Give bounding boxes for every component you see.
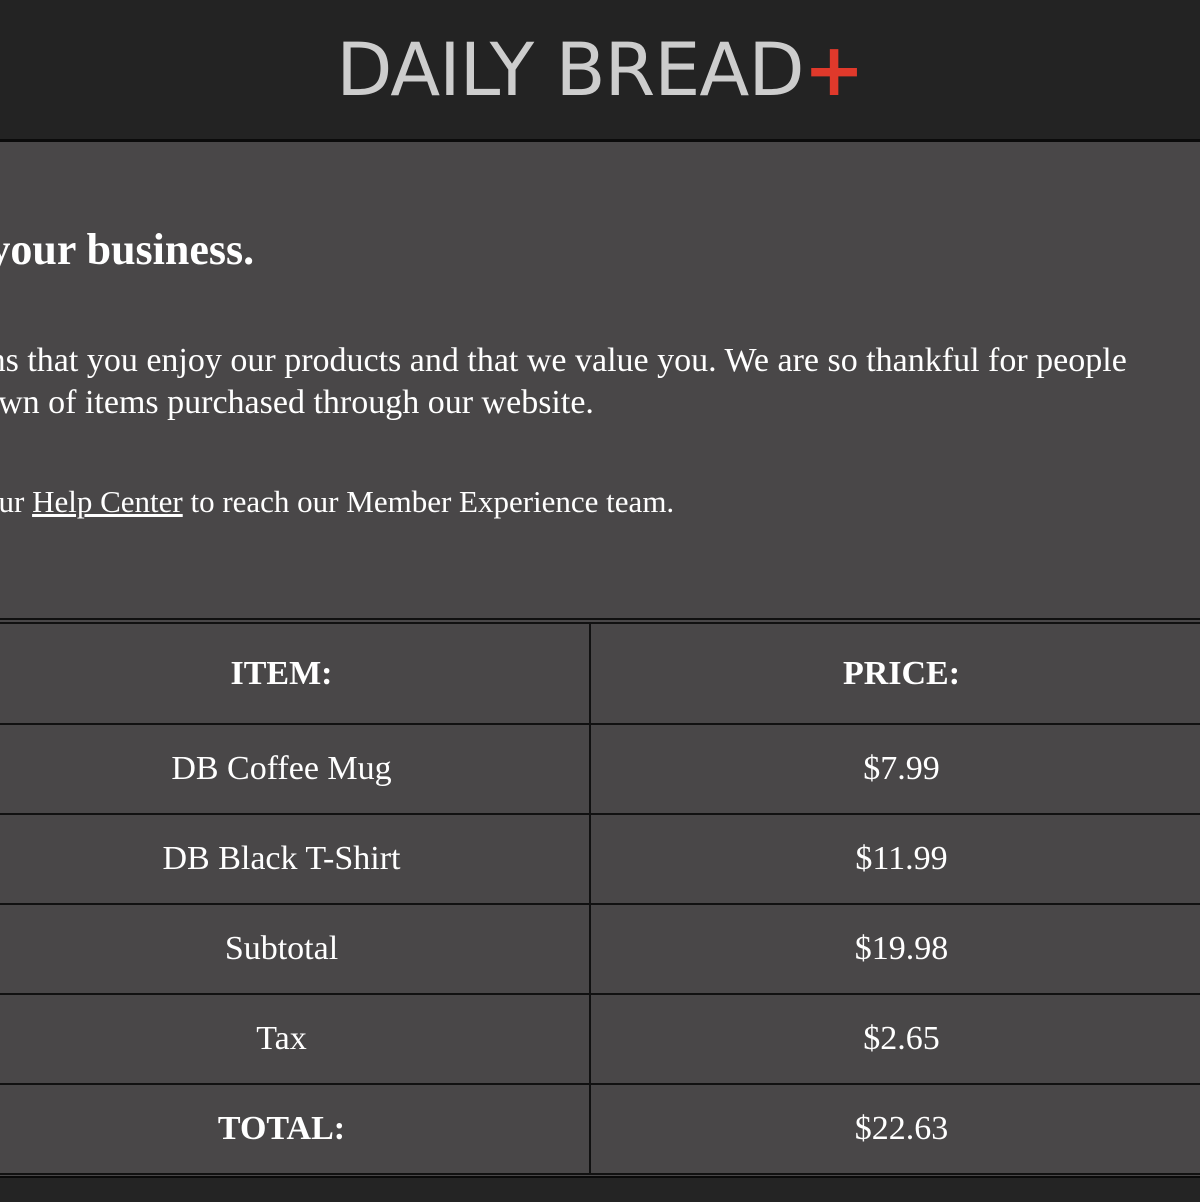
email-footer [0,1176,1200,1202]
receipt-table: ITEM: PRICE: DB Coffee Mug $7.99 DB Blac… [0,622,1200,1175]
message-body-line-2: akdown of items purchased through our we… [0,384,594,421]
help-center-link[interactable]: Help Center [32,484,183,519]
table-row: DB Coffee Mug $7.99 [0,723,1200,815]
brand-plus-mark: + [803,28,865,113]
site-header: DAILY BREAD+ [0,0,1200,142]
brand-logo[interactable]: DAILY BREAD+ [0,32,1200,110]
email-page: DAILY BREAD+ for your business. means th… [0,0,1200,1202]
tax-label: Tax [0,993,591,1085]
brand-name: DAILY BREAD [336,28,804,113]
message-body-line-1: means that you enjoy our products and th… [0,342,1127,379]
item-cell: DB Black T-Shirt [0,813,591,905]
item-cell: DB Coffee Mug [0,723,591,815]
receipt-header-row: ITEM: PRICE: [0,622,1200,725]
price-column-header: PRICE: [589,622,1200,725]
subtotal-label: Subtotal [0,903,591,995]
message-body: means that you enjoy our products and th… [0,340,1127,424]
help-message: our Help Center to reach our Member Expe… [0,482,674,522]
subtotal-row: Subtotal $19.98 [0,903,1200,995]
subtotal-value: $19.98 [589,903,1200,995]
help-suffix: to reach our Member Experience team. [182,484,675,519]
total-value: $22.63 [589,1083,1200,1175]
total-label: TOTAL: [0,1083,591,1175]
thank-you-headline: for your business. [0,225,255,274]
table-row: DB Black T-Shirt $11.99 [0,813,1200,905]
total-row: TOTAL: $22.63 [0,1083,1200,1175]
price-cell: $7.99 [589,723,1200,815]
item-column-header: ITEM: [0,622,591,725]
tax-row: Tax $2.65 [0,993,1200,1085]
email-content: for your business. means that you enjoy … [0,142,1200,1176]
price-cell: $11.99 [589,813,1200,905]
section-divider [0,618,1200,620]
tax-value: $2.65 [589,993,1200,1085]
help-prefix: our [0,484,25,519]
